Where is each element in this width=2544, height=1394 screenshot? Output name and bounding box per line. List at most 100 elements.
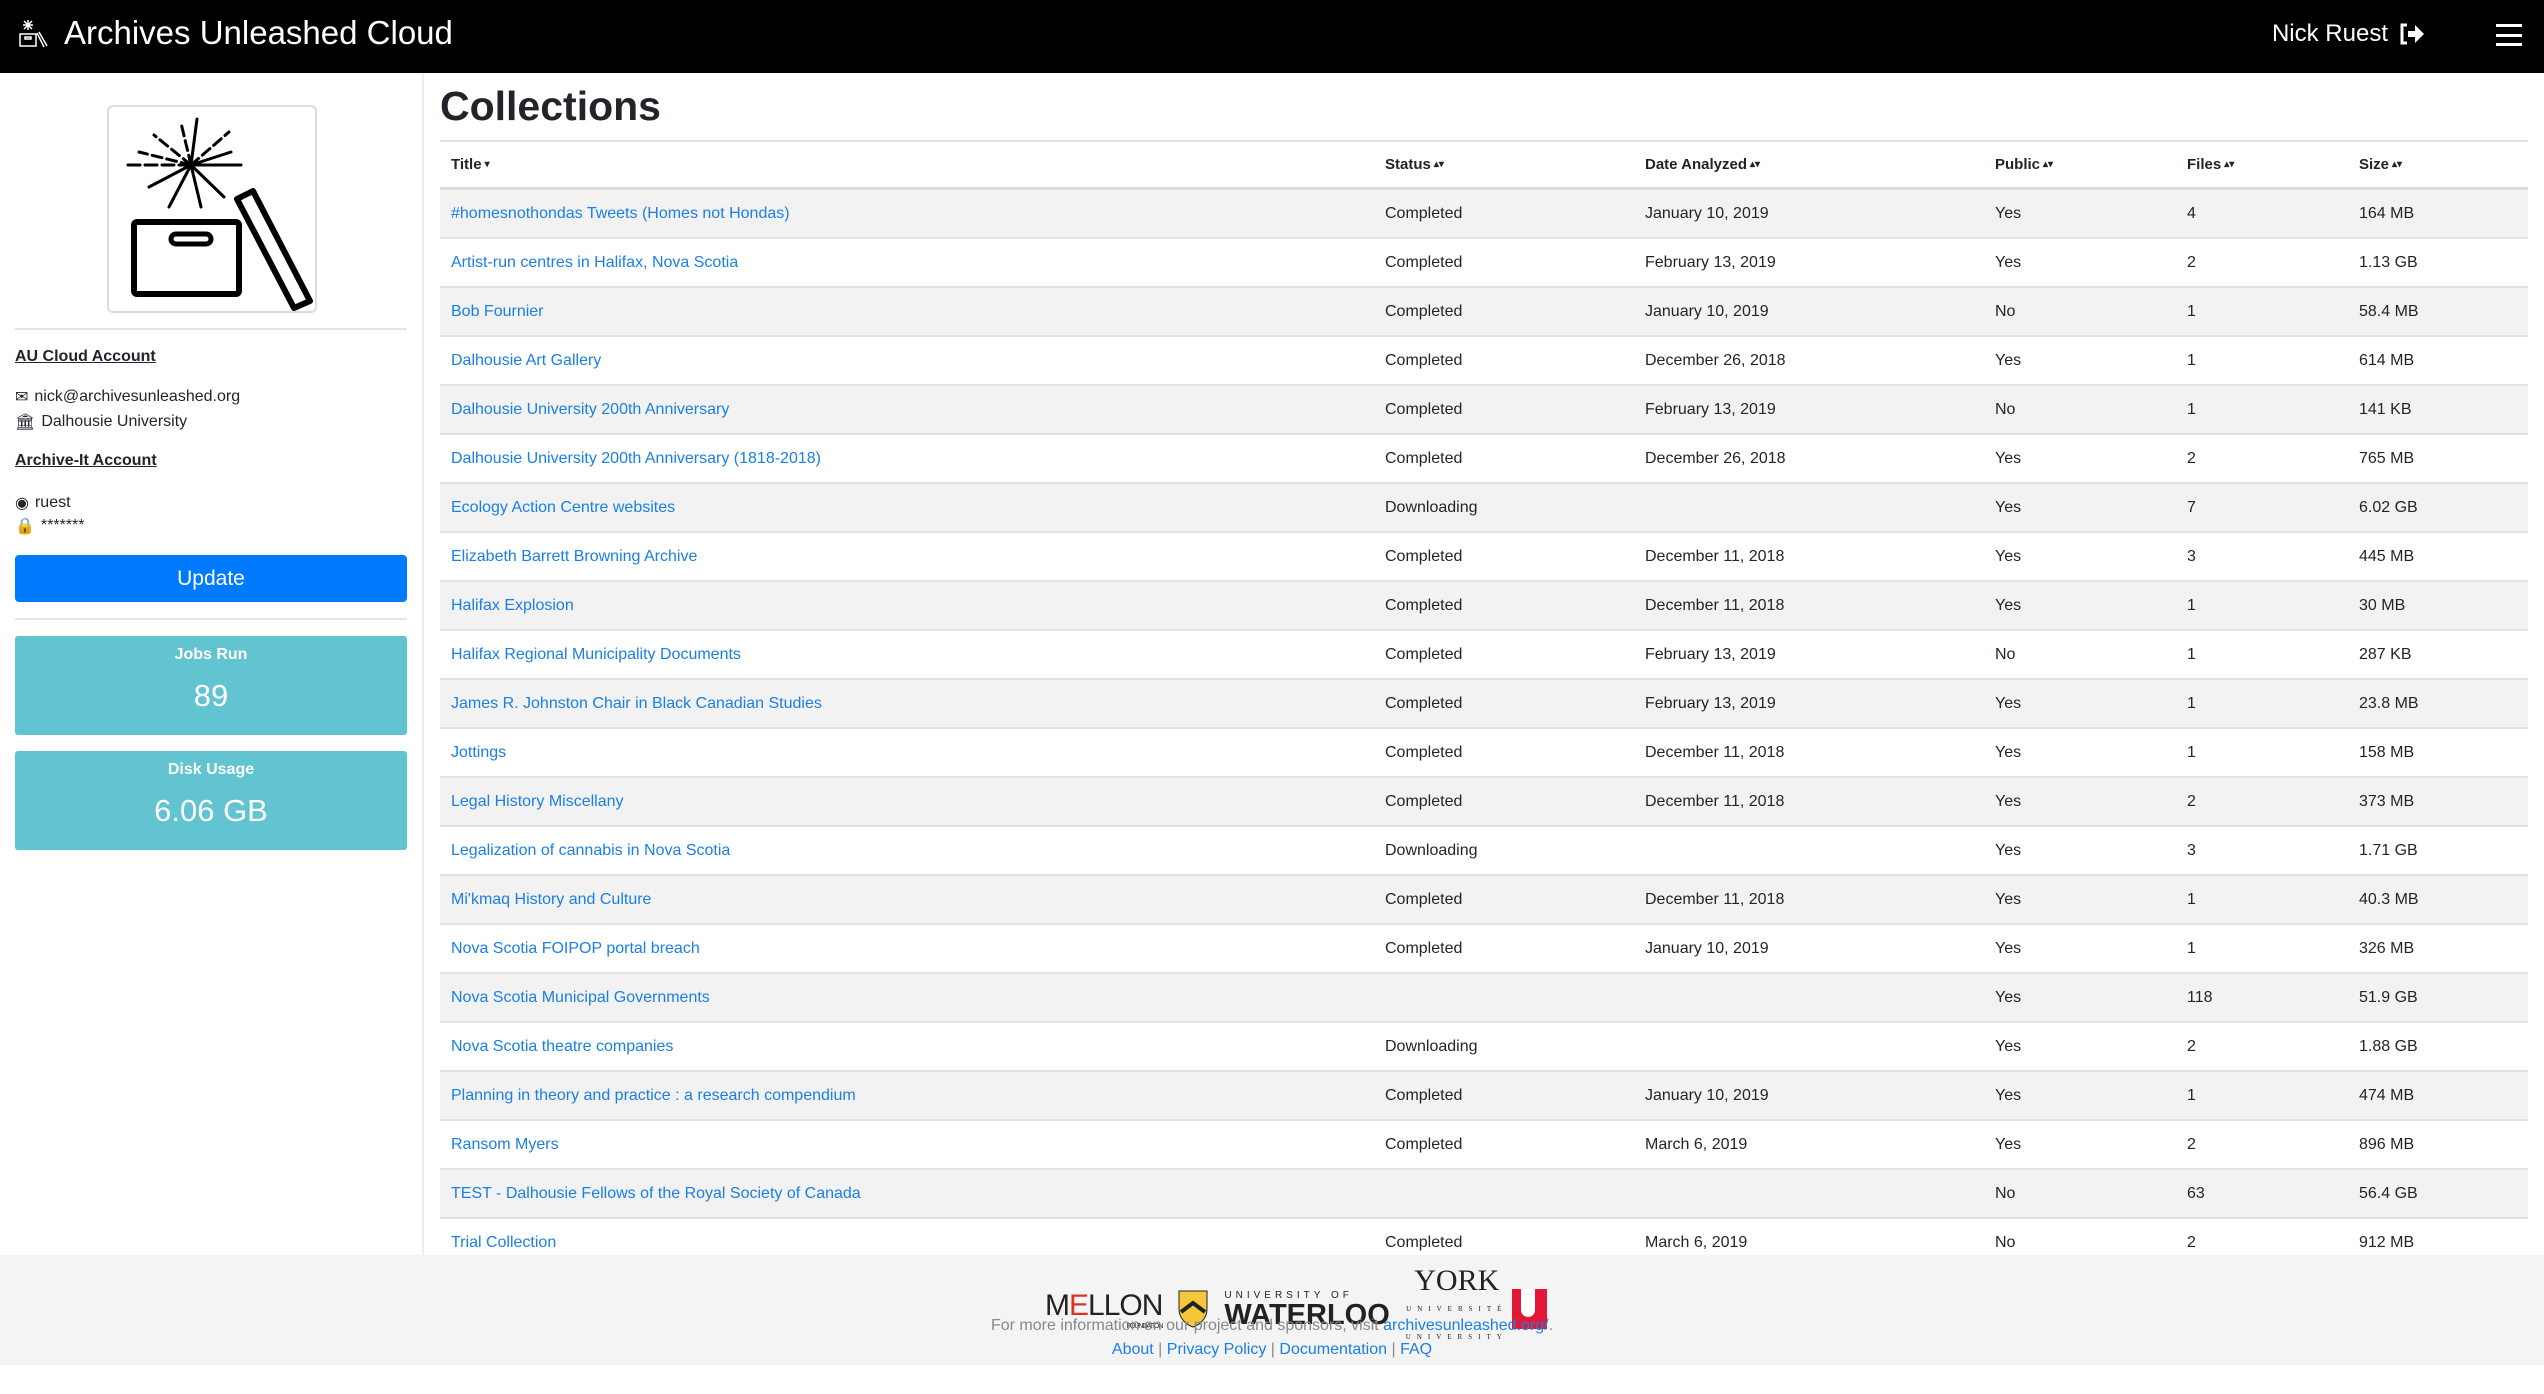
cell-files: 7 xyxy=(2187,498,2196,516)
sign-out-icon[interactable] xyxy=(2398,22,2426,46)
cell-title: James R. Johnston Chair in Black Canadia… xyxy=(451,680,822,727)
cell-title: #homesnothondas Tweets (Homes not Hondas… xyxy=(451,190,790,237)
table-row: Legal History Miscellany Completed Decembe… xyxy=(440,778,2528,827)
column-header-date-analyzed[interactable]: Date Analyzed ▴▾ xyxy=(1645,142,1760,187)
hamburger-menu-icon[interactable] xyxy=(2496,24,2522,46)
update-button[interactable]: Update xyxy=(15,555,407,602)
collection-link[interactable]: Nova Scotia Municipal Governments xyxy=(451,989,710,1007)
institution-row: 🏛 Dalhousie University xyxy=(15,412,187,432)
collection-link[interactable]: Bob Fournier xyxy=(451,303,544,321)
sort-icon[interactable]: ▴▾ xyxy=(1750,159,1760,170)
brand-link[interactable]: Archives Unleashed Cloud xyxy=(18,14,453,52)
cell-status: Downloading xyxy=(1385,498,1478,516)
cell-files: 1 xyxy=(2187,302,2196,320)
table-row: James R. Johnston Chair in Black Canadia… xyxy=(440,680,2528,729)
table-row: Halifax Regional Municipality Documents C… xyxy=(440,631,2528,680)
cell-status: Downloading xyxy=(1385,1037,1478,1055)
footer-links: About | Privacy Policy | Documentation |… xyxy=(0,1341,2544,1359)
user-menu[interactable]: Nick Ruest xyxy=(2272,20,2426,48)
column-header-size[interactable]: Size ▴▾ xyxy=(2359,142,2402,187)
cell-size: 158 MB xyxy=(2359,743,2415,761)
collection-link[interactable]: Nova Scotia FOIPOP portal breach xyxy=(451,940,700,958)
table-row: Elizabeth Barrett Browning Archive Comple… xyxy=(440,533,2528,582)
collection-link[interactable]: Halifax Explosion xyxy=(451,597,574,615)
disk-usage-value: 6.06 GB xyxy=(154,793,268,828)
sort-icon[interactable]: ▾ xyxy=(485,159,490,170)
collection-link[interactable]: #homesnothondas Tweets (Homes not Hondas… xyxy=(451,205,790,223)
collection-link[interactable]: Dalhousie University 200th Anniversary xyxy=(451,401,729,419)
column-label[interactable]: Files xyxy=(2187,156,2221,173)
table-row: Planning in theory and practice : a rese… xyxy=(440,1072,2528,1121)
cell-size: 765 MB xyxy=(2359,449,2415,467)
archivesunleashed-link[interactable]: archivesunleashed.org/ xyxy=(1383,1317,1548,1334)
cell-files: 1 xyxy=(2187,351,2196,369)
collection-link[interactable]: Ransom Myers xyxy=(451,1136,559,1154)
column-header-status[interactable]: Status ▴▾ xyxy=(1385,142,1444,187)
user-name[interactable]: Nick Ruest xyxy=(2272,20,2388,48)
footer-link-faq[interactable]: FAQ xyxy=(1400,1341,1432,1358)
collection-link[interactable]: Dalhousie University 200th Anniversary (… xyxy=(451,450,821,468)
cell-status: Completed xyxy=(1385,694,1463,712)
cell-title: Ransom Myers xyxy=(451,1121,559,1168)
cell-size: 6.02 GB xyxy=(2359,498,2418,516)
cell-size: 1.13 GB xyxy=(2359,253,2418,271)
cell-public: Yes xyxy=(1995,1037,2022,1055)
footer-link-privacy-policy[interactable]: Privacy Policy xyxy=(1167,1341,1267,1358)
cell-status: Completed xyxy=(1385,302,1463,320)
cell-status: Completed xyxy=(1385,204,1463,222)
column-label[interactable]: Size xyxy=(2359,156,2389,173)
collection-link[interactable]: James R. Johnston Chair in Black Canadia… xyxy=(451,695,822,713)
collection-link[interactable]: Legalization of cannabis in Nova Scotia xyxy=(451,842,730,860)
cell-size: 287 KB xyxy=(2359,645,2412,663)
collection-link[interactable]: TEST - Dalhousie Fellows of the Royal So… xyxy=(451,1185,861,1203)
cell-status: Completed xyxy=(1385,253,1463,271)
au-account-heading[interactable]: AU Cloud Account xyxy=(15,348,156,366)
york-logo: YORK UNIVERSITÉ UNIVERSITY xyxy=(1406,1266,1547,1351)
collection-link[interactable]: Ecology Action Centre websites xyxy=(451,499,675,517)
column-header-files[interactable]: Files ▴▾ xyxy=(2187,142,2234,187)
cell-date-analyzed: December 11, 2018 xyxy=(1645,547,1785,565)
column-label[interactable]: Date Analyzed xyxy=(1645,156,1747,173)
collection-link[interactable]: Jottings xyxy=(451,744,506,762)
archive-it-heading[interactable]: Archive-It Account xyxy=(15,452,157,470)
collection-link[interactable]: Dalhousie Art Gallery xyxy=(451,352,601,370)
collection-link[interactable]: Halifax Regional Municipality Documents xyxy=(451,646,741,664)
sort-icon[interactable]: ▴▾ xyxy=(2392,159,2402,170)
collection-link[interactable]: Mi'kmaq History and Culture xyxy=(451,891,651,909)
sort-icon[interactable]: ▴▾ xyxy=(2224,159,2234,170)
cell-status: Completed xyxy=(1385,743,1463,761)
cell-date-analyzed: February 13, 2019 xyxy=(1645,400,1776,418)
cell-title: TEST - Dalhousie Fellows of the Royal So… xyxy=(451,1170,861,1217)
cell-files: 3 xyxy=(2187,841,2196,859)
cell-size: 51.9 GB xyxy=(2359,988,2418,1006)
cell-public: Yes xyxy=(1995,1135,2022,1153)
cell-date-analyzed: January 10, 2019 xyxy=(1645,1086,1769,1104)
collection-link[interactable]: Planning in theory and practice : a rese… xyxy=(451,1087,856,1105)
collections-table: Title ▾ Status ▴▾ Date Analyzed ▴▾ Public ▴▾ Fil… xyxy=(440,140,2528,1268)
column-label[interactable]: Public xyxy=(1995,156,2040,173)
collection-link[interactable]: Legal History Miscellany xyxy=(451,793,624,811)
cell-public: Yes xyxy=(1995,890,2022,908)
collection-link[interactable]: Artist-run centres in Halifax, Nova Scot… xyxy=(451,254,738,272)
table-row: Nova Scotia FOIPOP portal breach Complete… xyxy=(440,925,2528,974)
sort-icon[interactable]: ▴▾ xyxy=(2043,159,2053,170)
column-header-title[interactable]: Title ▾ xyxy=(451,142,490,187)
collection-link[interactable]: Nova Scotia theatre companies xyxy=(451,1038,673,1056)
column-label[interactable]: Status xyxy=(1385,156,1431,173)
collection-link[interactable]: Elizabeth Barrett Browning Archive xyxy=(451,548,697,566)
footer-link-about[interactable]: About xyxy=(1112,1341,1154,1358)
divider xyxy=(15,328,407,330)
cell-public: Yes xyxy=(1995,841,2022,859)
cell-public: Yes xyxy=(1995,351,2022,369)
collection-link[interactable]: Trial Collection xyxy=(451,1234,556,1252)
cell-files: 1 xyxy=(2187,694,2196,712)
column-header-public[interactable]: Public ▴▾ xyxy=(1995,142,2053,187)
cell-date-analyzed: February 13, 2019 xyxy=(1645,694,1776,712)
table-row: TEST - Dalhousie Fellows of the Royal So… xyxy=(440,1170,2528,1219)
footer-link-documentation[interactable]: Documentation xyxy=(1279,1341,1387,1358)
envelope-icon: ✉ xyxy=(15,389,29,406)
column-label[interactable]: Title xyxy=(451,156,482,173)
link-separator: | xyxy=(1266,1341,1280,1358)
cell-size: 1.88 GB xyxy=(2359,1037,2418,1055)
sort-icon[interactable]: ▴▾ xyxy=(1434,159,1444,170)
